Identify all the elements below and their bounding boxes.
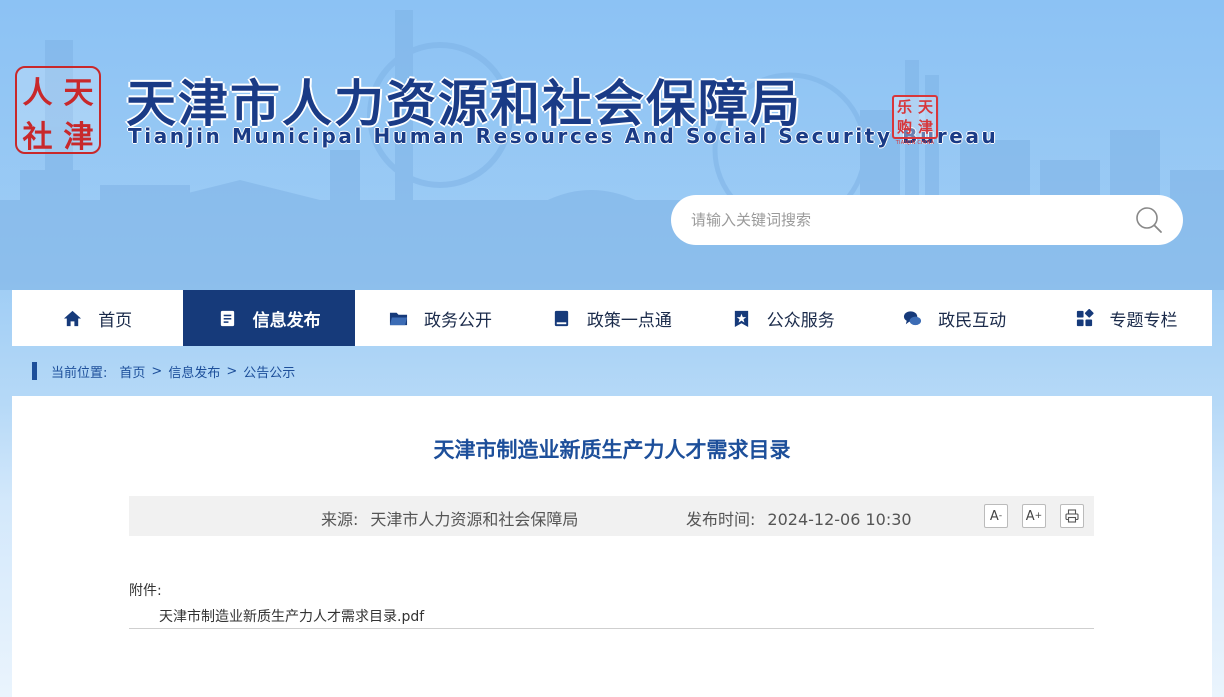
font-decrease-icon: A [989, 508, 999, 524]
search-input[interactable] [691, 211, 1135, 229]
nav-item-label: 信息发布 [252, 310, 321, 331]
print-icon [1065, 509, 1079, 523]
chat-icon [904, 310, 922, 325]
breadcrumb: 当前位置: 首页 > 信息发布 > 公告公示 [32, 362, 295, 381]
search-box [671, 195, 1183, 245]
stamp-caption: TIANJIN CHINA [895, 140, 935, 146]
article-panel: 天津市制造业新质生产力人才需求目录 来源: 天津市人力资源和社会保障局 发布时间:… [12, 396, 1212, 697]
site-subtitle: Tianjin Municipal Human Resources And So… [128, 124, 999, 148]
article-meta-bar: 来源: 天津市人力资源和社会保障局 发布时间: 2024-12-06 10:30 A… [129, 496, 1094, 536]
nav-item-policy[interactable]: 政策一点通 [526, 290, 697, 346]
nav-item-label: 专题专栏 [1109, 310, 1178, 331]
main-nav: 首页 信息发布 政务公开 政策一点通 公众服务 政民互动 专题专栏 [12, 290, 1212, 346]
folder-icon [389, 312, 408, 325]
nav-item-public-service[interactable]: 公众服务 [698, 290, 869, 346]
font-increase-sign: + [1034, 511, 1043, 521]
home-icon [64, 310, 82, 326]
nav-item-label: 政策一点通 [586, 310, 672, 331]
time-label: 发布时间: [686, 510, 756, 529]
nav-item-label: 政民互动 [938, 310, 1007, 331]
document-icon [220, 310, 234, 326]
article-title: 天津市制造业新质生产力人才需求目录 [433, 438, 791, 462]
nav-item-label: 公众服务 [766, 310, 835, 331]
tianjin-stamp-logo: 乐 天 购 津 [892, 95, 938, 139]
font-decrease-button[interactable]: A- [984, 504, 1008, 528]
font-decrease-sign: - [998, 511, 1003, 521]
nav-item-info-release[interactable]: 信息发布 [183, 290, 355, 346]
nav-item-special-topics[interactable]: 专题专栏 [1040, 290, 1211, 346]
breadcrumb-separator: > [226, 363, 238, 379]
article-publish-time: 发布时间: 2024-12-06 10:30 [686, 506, 912, 530]
source-label: 来源: [321, 510, 359, 529]
breadcrumb-marker [32, 362, 37, 380]
attachment-divider [129, 628, 1094, 629]
logo-char: 天 [63, 76, 94, 111]
breadcrumb-label: 当前位置: [51, 365, 108, 381]
search-icon[interactable] [1135, 206, 1163, 234]
book-icon [554, 310, 569, 326]
breadcrumb-link-info-release[interactable]: 信息发布 [168, 362, 220, 381]
breadcrumb-link-announcements[interactable]: 公告公示 [243, 362, 295, 381]
breadcrumb-link-home[interactable]: 首页 [119, 362, 145, 381]
article-source: 来源: 天津市人力资源和社会保障局 [321, 506, 578, 530]
stamp-char: 购 [896, 117, 912, 136]
stamp-char: 乐 [896, 97, 912, 116]
stamp-char: 津 [917, 117, 933, 136]
attachment-label: 附件: [129, 583, 162, 599]
attachment-file-link[interactable]: 天津市制造业新质生产力人才需求目录.pdf [159, 606, 424, 626]
bureau-logo-seal[interactable]: 人 天 社 津 [15, 66, 101, 155]
print-button[interactable] [1060, 504, 1084, 528]
nav-item-gov-affairs[interactable]: 政务公开 [355, 290, 526, 346]
logo-char: 津 [63, 120, 94, 155]
time-value: 2024-12-06 10:30 [767, 510, 912, 529]
font-increase-button[interactable]: A + [1022, 504, 1046, 528]
logo-char: 社 [22, 120, 53, 155]
stamp-char: 天 [917, 97, 933, 116]
nav-item-label: 政务公开 [423, 310, 492, 331]
font-increase-icon: A [1025, 508, 1035, 524]
star-bookmark-icon [734, 310, 748, 327]
nav-item-interaction[interactable]: 政民互动 [869, 290, 1040, 346]
breadcrumb-separator: > [151, 363, 163, 379]
source-value: 天津市人力资源和社会保障局 [370, 510, 579, 529]
grid-icon [1076, 308, 1094, 326]
logo-char: 人 [22, 76, 53, 111]
nav-item-home[interactable]: 首页 [12, 290, 183, 346]
nav-item-label: 首页 [98, 310, 133, 331]
